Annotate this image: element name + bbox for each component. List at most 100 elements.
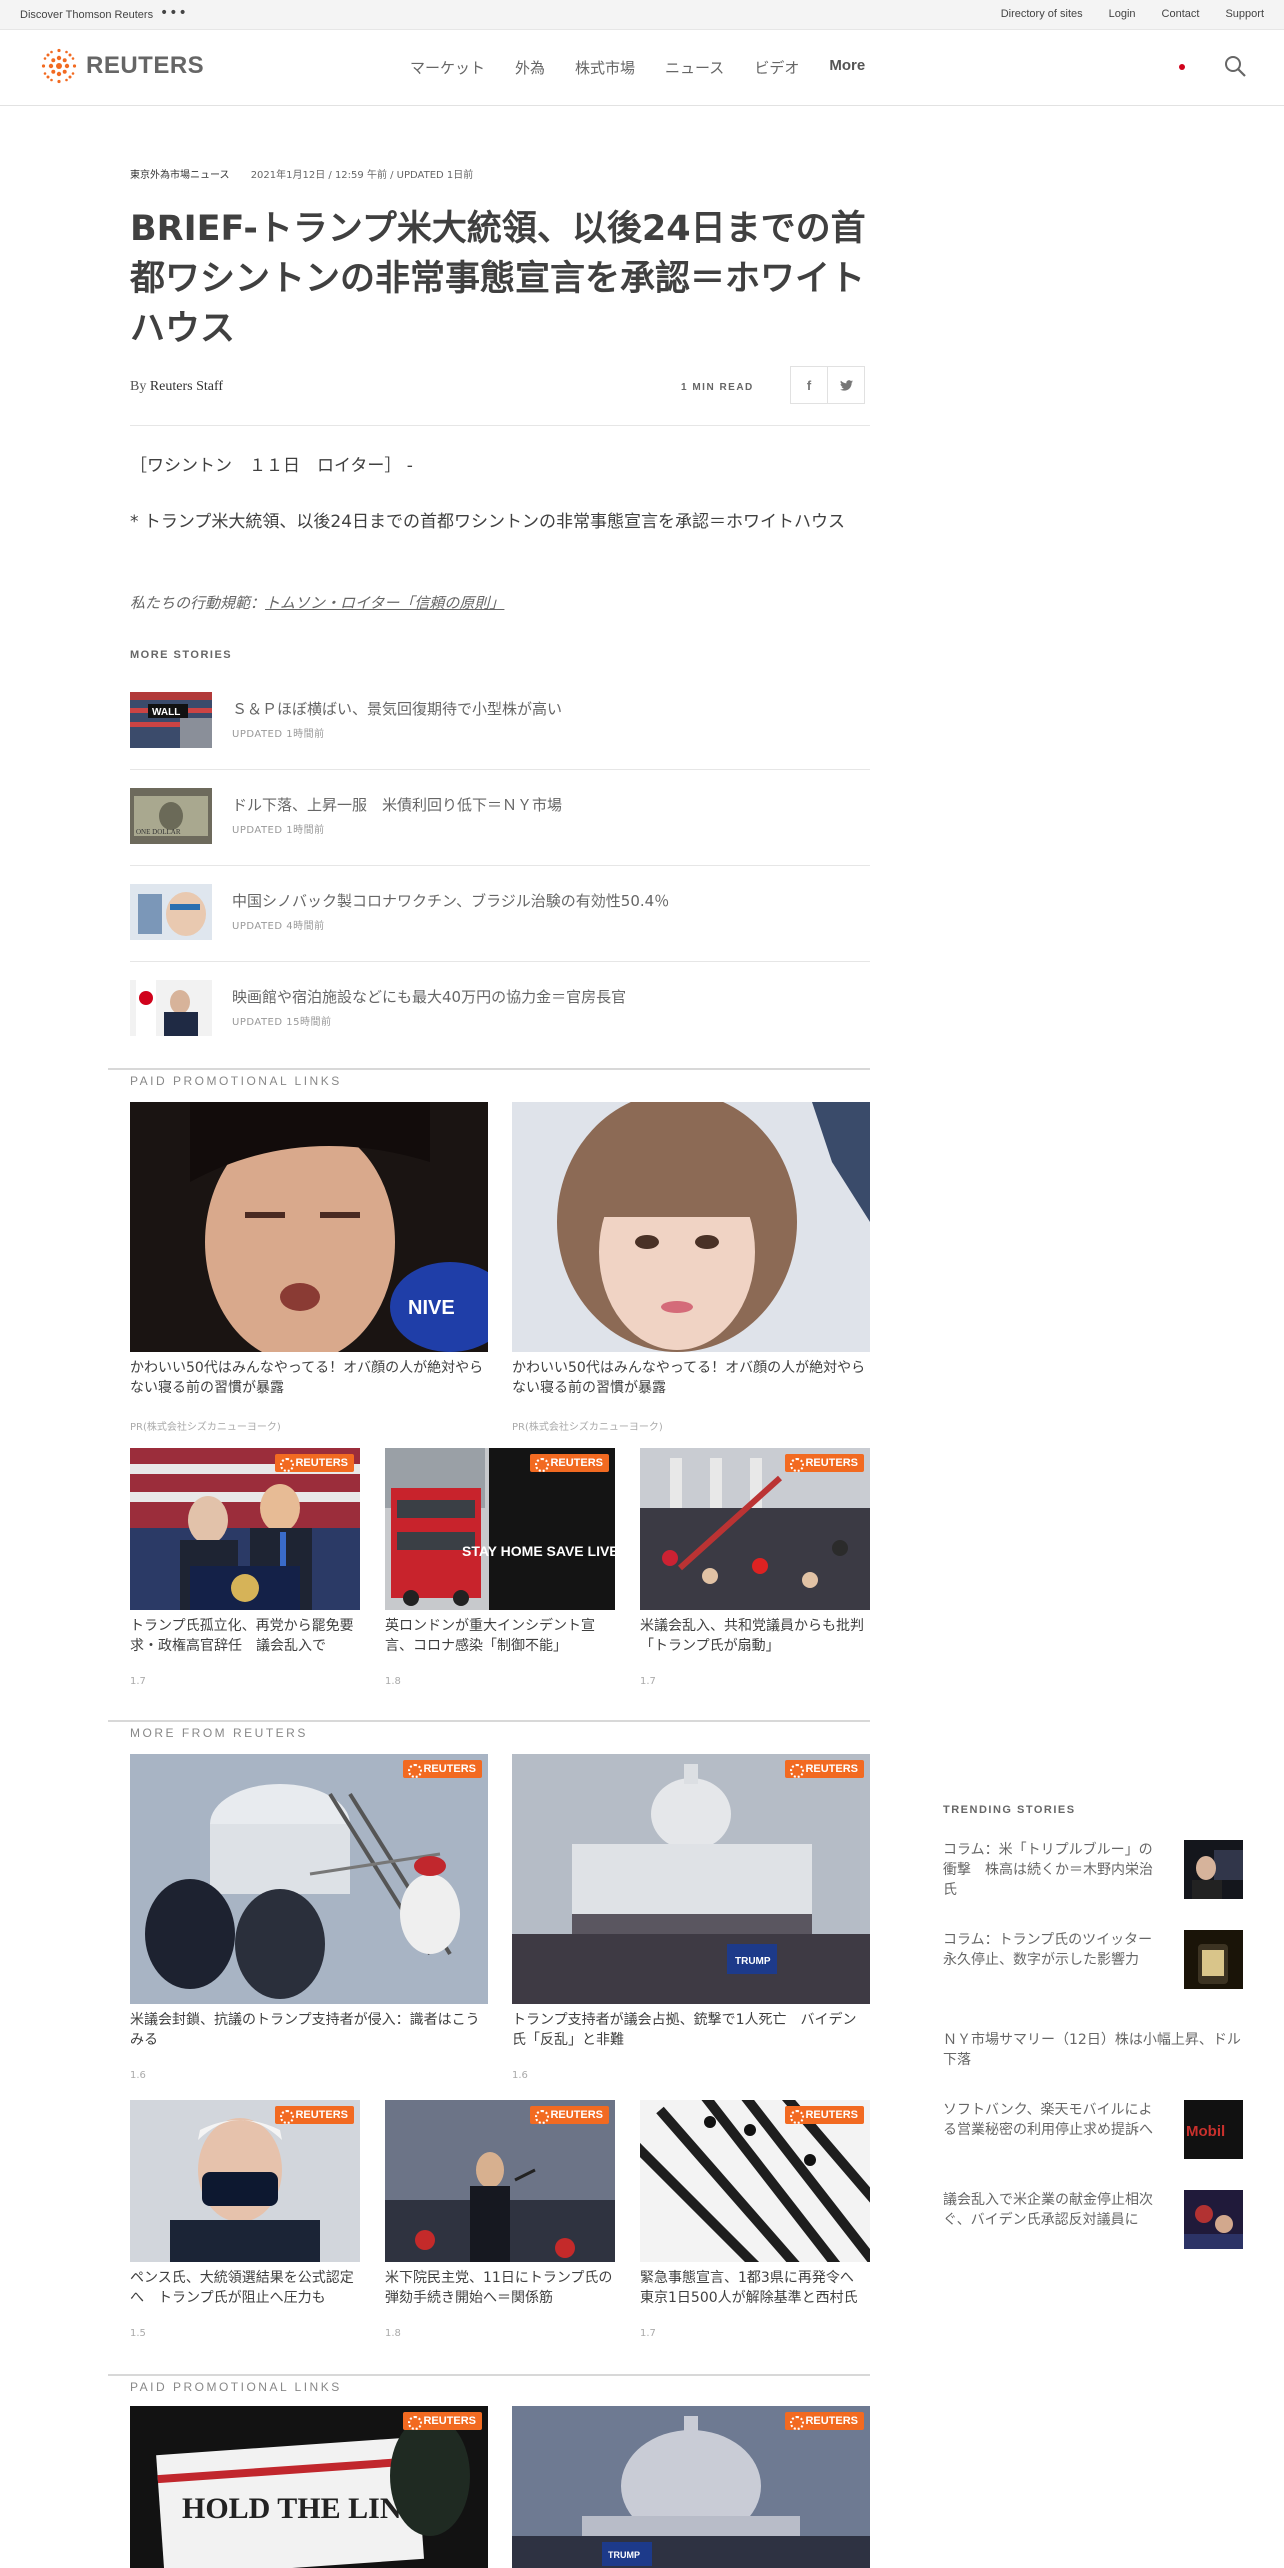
news-caption[interactable]: 英ロンドンが重大インシデント宣言、コロナ感染「制御不能」 — [385, 1616, 615, 1656]
promo-image: TRUMP REUTERS — [512, 2406, 870, 2568]
story-thumbnail: WALL — [130, 692, 212, 748]
svg-text:HOLD THE LINE: HOLD THE LINE — [182, 2492, 422, 2525]
promo-card[interactable]: かわいい50代はみんなやってる！オバ顔の人が絶対やらない寝る前の習慣が暴露 PR… — [512, 1102, 870, 1433]
news-card[interactable]: TRUMP REUTERS トランプ支持者が議会占拠、銃撃で1人死亡 バイデン氏… — [512, 1754, 870, 2081]
directory-link[interactable]: Directory of sites — [1001, 8, 1083, 20]
utility-bar: Discover Thomson Reuters ••• Directory o… — [0, 0, 1284, 30]
svg-text:WALL: WALL — [152, 707, 180, 718]
more-from-label: MORE FROM REUTERS — [130, 1726, 308, 1740]
news-date: 1.7 — [640, 2328, 656, 2339]
japan-flag-icon[interactable] — [1173, 61, 1191, 73]
news-image: REUTERS — [130, 1754, 488, 2004]
story-title[interactable]: 映画館や宿泊施設などにも最大40万円の協力金＝官房長官 — [232, 986, 626, 1007]
byline: By Reuters Staff — [130, 379, 223, 395]
nav-forex[interactable]: 外為 — [515, 57, 545, 78]
story-time: UPDATED 15時間前 — [232, 1017, 332, 1028]
promo-card[interactable]: TRUMP REUTERS — [512, 2406, 870, 2568]
promo-caption[interactable]: かわいい50代はみんなやってる！オバ顔の人が絶対やらない寝る前の習慣が暴露 — [512, 1358, 870, 1398]
site-header: REUTERS マーケット 外為 株式市場 ニュース ビデオ More — [0, 30, 1284, 106]
nav-video[interactable]: ビデオ — [754, 57, 799, 78]
trending-title[interactable]: コラム：米「トリプルブルー」の衝撃 株高は続くか＝木野内栄治氏 — [943, 1840, 1153, 1900]
nav-more[interactable]: More — [829, 57, 865, 78]
nav-stocks[interactable]: 株式市場 — [575, 57, 635, 78]
news-caption[interactable]: 米下院民主党、11日にトランプ氏の弾劾手続き開始へ＝関係筋 — [385, 2268, 615, 2308]
story-thumbnail — [130, 980, 212, 1036]
reuters-badge: REUTERS — [530, 1454, 609, 1472]
article-headline: BRIEF-トランプ米大統領、以後24日までの首都ワシントンの非常事態宣言を承認… — [130, 209, 866, 349]
svg-text:NIVE: NIVE — [408, 1297, 455, 1319]
story-item[interactable]: WALL Ｓ＆Ｐほぼ横ばい、景気回復期待で小型株が高い UPDATED 1時間前 — [130, 674, 870, 770]
trending-title[interactable]: ＮＹ市場サマリー（12日）株は小幅上昇、ドル下落 — [943, 2030, 1243, 2070]
news-image: REUTERS — [385, 2100, 615, 2262]
news-caption[interactable]: ペンス氏、大統領選結果を公式認定へ トランプ氏が阻止へ圧力も — [130, 2268, 360, 2308]
news-card[interactable]: REUTERS ペンス氏、大統領選結果を公式認定へ トランプ氏が阻止へ圧力も 1… — [130, 2100, 360, 2339]
story-time: UPDATED 1時間前 — [232, 825, 325, 836]
article-paragraph-1: ［ワシントン １１日 ロイター］ - — [130, 456, 413, 476]
news-card[interactable]: REUTERS 米議会封鎖、抗議のトランプ支持者が侵入：識者はこうみる 1.6 — [130, 1754, 488, 2081]
story-title[interactable]: Ｓ＆Ｐほぼ横ばい、景気回復期待で小型株が高い — [232, 698, 562, 719]
news-date: 1.8 — [385, 2328, 401, 2339]
story-title[interactable]: ドル下落、上昇一服 米債利回り低下＝ＮＹ市場 — [232, 794, 562, 815]
promo-caption[interactable]: かわいい50代はみんなやってる！オバ顔の人が絶対やらない寝る前の習慣が暴露 — [130, 1358, 488, 1398]
trending-thumbnail — [1184, 2190, 1243, 2249]
news-caption[interactable]: トランプ支持者が議会占拠、銃撃で1人死亡 バイデン氏「反乱」と非難 — [512, 2010, 870, 2050]
main-nav: マーケット 外為 株式市場 ニュース ビデオ More — [410, 57, 865, 78]
svg-text:Mobil: Mobil — [1186, 2123, 1225, 2140]
article-section[interactable]: 東京外為市場ニュース — [130, 170, 230, 181]
news-card[interactable]: REUTERS 米下院民主党、11日にトランプ氏の弾劾手続き開始へ＝関係筋 1.… — [385, 2100, 615, 2339]
promo-card[interactable]: HOLD THE LINE REUTERS — [130, 2406, 488, 2568]
news-card[interactable]: REUTERS 米議会乱入、共和党議員からも批判 「トランプ氏が扇動」 1.7 — [640, 1448, 878, 1687]
trending-title[interactable]: ソフトバンク、楽天モバイルによる営業秘密の利用停止求め提訴へ — [943, 2100, 1153, 2140]
news-card[interactable]: REUTERS 緊急事態宣言、1都3県に再発令へ 東京1日500人が解除基準と西… — [640, 2100, 870, 2339]
promo-image: HOLD THE LINE REUTERS — [130, 2406, 488, 2568]
story-thumbnail: ONE DOLLAR — [130, 788, 212, 844]
promo-source: PR(株式会社シズカニューヨーク) — [130, 1422, 281, 1433]
promo-label: PAID PROMOTIONAL LINKS — [130, 2380, 342, 2394]
story-item[interactable]: 中国シノバック製コロナワクチン、ブラジル治験の有効性50.4％ UPDATED … — [130, 866, 870, 962]
news-image: REUTERS — [640, 2100, 870, 2262]
news-caption[interactable]: トランプ氏孤立化、再党から罷免要求・政権高官辞任 議会乱入で — [130, 1616, 360, 1656]
story-title[interactable]: 中国シノバック製コロナワクチン、ブラジル治験の有効性50.4％ — [232, 890, 669, 911]
trending-thumbnail — [1184, 1930, 1243, 1989]
reuters-badge: REUTERS — [403, 1760, 482, 1778]
story-item[interactable]: 映画館や宿泊施設などにも最大40万円の協力金＝官房長官 UPDATED 15時間… — [130, 962, 870, 1058]
nav-news[interactable]: ニュース — [665, 57, 724, 78]
news-image: REUTERS — [130, 2100, 360, 2262]
facebook-share-icon[interactable]: f — [790, 366, 828, 404]
twitter-share-icon[interactable] — [827, 366, 865, 404]
trending-thumbnail: Mobil — [1184, 2100, 1243, 2159]
discover-link[interactable]: Discover Thomson Reuters — [20, 9, 153, 21]
news-card[interactable]: STAY HOME SAVE LIVES REUTERS 英ロンドンが重大インシ… — [385, 1448, 615, 1687]
promo-label: PAID PROMOTIONAL LINKS — [130, 1074, 342, 1088]
news-image: REUTERS — [640, 1448, 870, 1610]
news-caption[interactable]: 緊急事態宣言、1都3県に再発令へ 東京1日500人が解除基準と西村氏 — [640, 2268, 870, 2308]
story-item[interactable]: ONE DOLLAR ドル下落、上昇一服 米債利回り低下＝ＮＹ市場 UPDATE… — [130, 770, 870, 866]
support-link[interactable]: Support — [1225, 8, 1264, 20]
trust-principles-link[interactable]: トムソン・ロイター「信頼の原則」 — [265, 594, 504, 612]
news-date: 1.8 — [385, 1676, 401, 1687]
search-icon[interactable] — [1222, 53, 1248, 79]
news-caption[interactable]: 米議会封鎖、抗議のトランプ支持者が侵入：識者はこうみる — [130, 2010, 488, 2050]
article-date: 2021年1月12日 / 12:59 午前 / UPDATED 1日前 — [250, 170, 474, 181]
reuters-logo[interactable]: REUTERS — [40, 47, 204, 85]
news-image: TRUMP REUTERS — [512, 1754, 870, 2004]
news-date: 1.7 — [130, 1676, 146, 1687]
reuters-badge: REUTERS — [403, 2412, 482, 2430]
read-time: 1 MIN READ — [681, 382, 754, 393]
trending-title[interactable]: コラム：トランプ氏のツイッター永久停止、数字が示した影響力 — [943, 1930, 1153, 1970]
promo-card[interactable]: NIVE かわいい50代はみんなやってる！オバ顔の人が絶対やらない寝る前の習慣が… — [130, 1102, 488, 1433]
byline-prefix: By — [130, 379, 147, 394]
news-card[interactable]: REUTERS トランプ氏孤立化、再党から罷免要求・政権高官辞任 議会乱入で 1… — [130, 1448, 360, 1687]
trending-title[interactable]: 議会乱入で米企業の献金停止相次ぐ、バイデン氏承認反対議員に — [943, 2190, 1153, 2230]
author-link[interactable]: Reuters Staff — [150, 379, 223, 394]
news-image: STAY HOME SAVE LIVES REUTERS — [385, 1448, 615, 1610]
nav-markets[interactable]: マーケット — [410, 57, 485, 78]
news-caption[interactable]: 米議会乱入、共和党議員からも批判 「トランプ氏が扇動」 — [640, 1616, 878, 1656]
promo-source: PR(株式会社シズカニューヨーク) — [512, 1422, 663, 1433]
svg-text:TRUMP: TRUMP — [735, 1956, 771, 1967]
more-dots-icon[interactable]: ••• — [160, 5, 188, 21]
twitter-bird-icon — [839, 379, 853, 391]
reuters-badge: REUTERS — [785, 2106, 864, 2124]
contact-link[interactable]: Contact — [1162, 8, 1200, 20]
login-link[interactable]: Login — [1109, 8, 1136, 20]
